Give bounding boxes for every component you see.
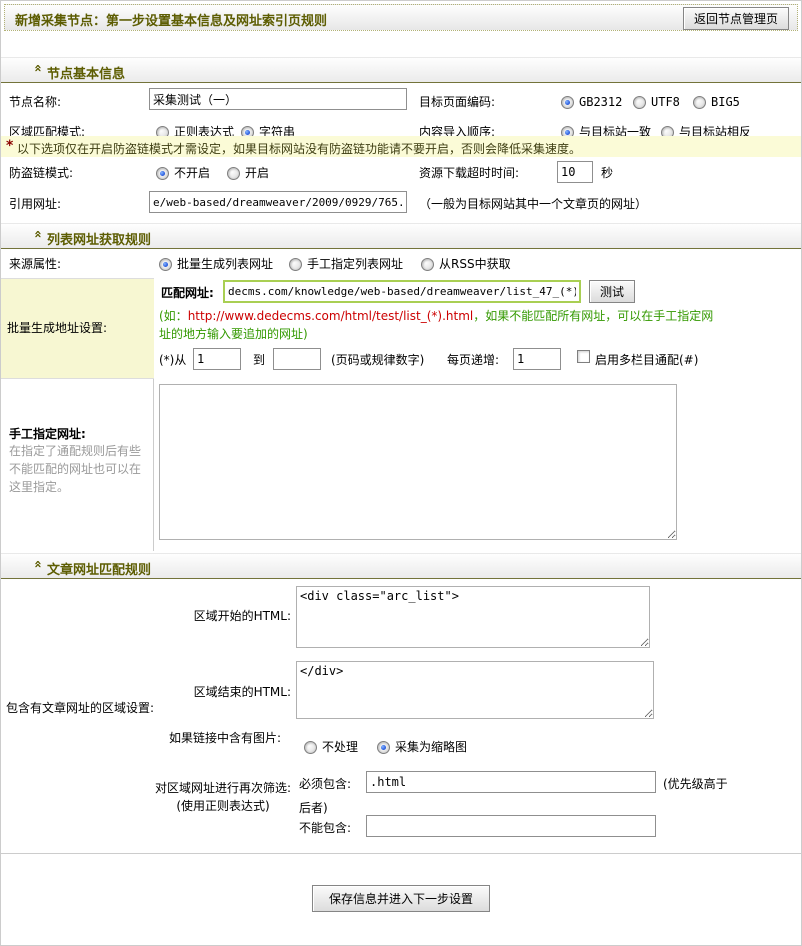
collection-node-setup-page: 新增采集节点：第一步设置基本信息及网址索引页规则 返回节点管理页 « 节点基本信… (0, 0, 802, 946)
radio-label: 不处理 (322, 740, 359, 754)
start-html-label: 区域开始的HTML: (193, 609, 291, 623)
start-html-textarea[interactable]: <div class="arc_list"> (296, 586, 650, 648)
must-include-input[interactable] (366, 771, 656, 793)
manual-url-label: 手工指定网址: (9, 427, 86, 441)
section-title: 列表网址获取规则 (47, 233, 152, 248)
footer-divider (1, 853, 801, 854)
timeout-label: 资源下载超时时间: (419, 166, 520, 180)
must-include-hint-line2: 后者) (299, 801, 328, 815)
radio-antileech-off[interactable] (156, 167, 169, 180)
node-name-label: 节点名称: (9, 95, 62, 109)
encoding-label: 目标页面编码: (419, 95, 496, 109)
radio-label: 从RSS中获取 (439, 257, 511, 271)
section-header-list-rules: « 列表网址获取规则 (1, 223, 801, 249)
radio-manual-list[interactable] (289, 258, 302, 271)
step-label: 每页递增: (447, 353, 500, 367)
range-to-input[interactable] (273, 348, 321, 370)
page-title: 新增采集节点：第一步设置基本信息及网址索引页规则 (15, 14, 328, 29)
multi-column-checkbox[interactable] (577, 350, 590, 363)
radio-label: BIG5 (711, 95, 740, 109)
range-to-label: 到 (253, 353, 266, 367)
radio-encoding-big5[interactable] (693, 96, 706, 109)
section-header-article-rules: « 文章网址匹配规则 (1, 553, 801, 579)
page-header-bar: 新增采集节点：第一步设置基本信息及网址索引页规则 返回节点管理页 (4, 4, 798, 31)
notice-text: 以下选项仅在开启防盗链模式才需设定，如果目标网站没有防盗链功能请不要开启，否则会… (17, 142, 582, 156)
batch-settings-label: 批量生成地址设置: (7, 321, 108, 335)
section-title: 文章网址匹配规则 (47, 563, 152, 578)
section-title: 节点基本信息 (47, 67, 126, 82)
radio-rss[interactable] (421, 258, 434, 271)
match-url-hint: (如：http://www.dedecms.com/html/test/list… (159, 307, 714, 343)
radio-label: 批量生成列表网址 (177, 257, 274, 271)
collapse-icon[interactable]: « (30, 560, 45, 572)
url-filter-sublabel: (使用正则表达式) (176, 799, 270, 813)
test-button[interactable]: 测试 (589, 280, 636, 303)
section-header-basic-info: « 节点基本信息 (1, 57, 801, 83)
radio-image-ignore[interactable] (304, 741, 317, 754)
timeout-unit: 秒 (601, 166, 614, 180)
notice-star-icon: * (6, 138, 14, 154)
match-url-label: 匹配网址: (161, 286, 214, 300)
node-name-input[interactable] (149, 88, 407, 110)
ref-url-hint: （一般为目标网站其中一个文章页的网址） (419, 197, 648, 211)
radio-encoding-utf8[interactable] (633, 96, 646, 109)
anti-leech-notice-bar: * 以下选项仅在开启防盗链模式才需设定，如果目标网站没有防盗链功能请不要开启，否… (1, 136, 801, 157)
hint-prefix: (如： (159, 309, 188, 323)
antileech-label: 防盗链模式: (9, 166, 74, 180)
image-in-link-label: 如果链接中含有图片: (168, 731, 282, 745)
radio-batch-generate[interactable] (159, 258, 172, 271)
collapse-icon[interactable]: « (30, 230, 45, 242)
radio-label: 采集为缩略图 (395, 740, 468, 754)
radio-antileech-on[interactable] (227, 167, 240, 180)
manual-url-hint: 在指定了通配规则后有些不能匹配的网址也可以在这里指定。 (9, 444, 142, 494)
range-hint: (页码或规律数字) (331, 353, 425, 367)
source-label: 来源属性: (9, 257, 62, 271)
match-url-input[interactable] (223, 280, 581, 303)
save-and-next-button[interactable]: 保存信息并进入下一步设置 (311, 885, 491, 912)
radio-label: GB2312 (579, 95, 623, 109)
range-from-label: (*)从 (159, 353, 187, 367)
url-filter-label: 对区域网址进行再次筛选: (154, 781, 292, 795)
must-include-label: 必须包含: (299, 777, 352, 791)
end-html-label: 区域结束的HTML: (193, 685, 291, 699)
ref-url-input[interactable] (149, 191, 407, 213)
must-exclude-label: 不能包含: (299, 821, 352, 835)
url-filter-label-block: 对区域网址进行再次筛选: (使用正则表达式) (153, 779, 293, 815)
manual-url-textarea[interactable] (159, 384, 677, 540)
radio-label: 不开启 (174, 166, 211, 180)
ref-url-label: 引用网址: (9, 197, 62, 211)
area-settings-label: 包含有文章网址的区域设置: (6, 701, 155, 715)
radio-label: 手工指定列表网址 (307, 257, 404, 271)
range-from-input[interactable] (193, 348, 241, 370)
collapse-icon[interactable]: « (30, 64, 45, 76)
timeout-input[interactable] (557, 161, 593, 183)
radio-image-thumbnail[interactable] (377, 741, 390, 754)
end-html-textarea[interactable]: </div> (296, 661, 654, 719)
multi-column-label: 启用多栏目通配(#) (595, 353, 699, 367)
must-exclude-input[interactable] (366, 815, 656, 837)
must-include-hint-line1: (优先级高于 (663, 777, 728, 791)
hint-url: http://www.dedecms.com/html/test/list_(*… (187, 309, 474, 323)
radio-label: 开启 (245, 166, 270, 180)
radio-encoding-gb2312[interactable] (561, 96, 574, 109)
back-to-node-manager-button[interactable]: 返回节点管理页 (682, 7, 789, 30)
radio-label: UTF8 (651, 95, 680, 109)
manual-url-label-cell: 手工指定网址: 在指定了通配规则后有些不能匹配的网址也可以在这里指定。 (1, 379, 154, 551)
step-input[interactable] (513, 348, 561, 370)
